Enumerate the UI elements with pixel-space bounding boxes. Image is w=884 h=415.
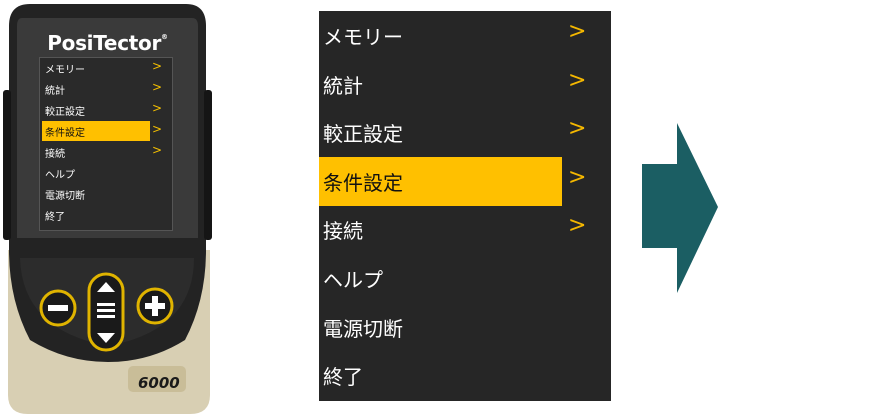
device-menu-item-label: 接続 (45, 149, 65, 160)
chevron-right-icon: > (568, 213, 587, 238)
chevron-right-icon: > (152, 80, 163, 94)
chevron-right-icon: > (568, 165, 587, 190)
device-menu-item-help[interactable]: ヘルプ (40, 163, 172, 183)
menu-item-setup[interactable]: 条件設定 > (319, 157, 611, 206)
device-menu-item-power-off[interactable]: 電源切断 (40, 184, 172, 204)
menu-item-label: メモリー (323, 25, 403, 49)
device-menu-item-statistics[interactable]: 統計 > (40, 79, 172, 99)
menu-item-statistics[interactable]: 統計 > (319, 60, 611, 109)
device-screen: メモリー > 統計 > 較正設定 > 条件設定 > 接続 > ヘルプ 電源切断 … (39, 57, 173, 231)
menu-item-connect[interactable]: 接続 > (319, 205, 611, 254)
device-menu-item-label: 電源切断 (45, 191, 85, 202)
menu-item-label: 接続 (323, 219, 363, 243)
menu-item-calibration[interactable]: 較正設定 > (319, 108, 611, 157)
menu-item-help[interactable]: ヘルプ (319, 254, 611, 303)
chevron-right-icon: > (568, 116, 587, 141)
menu-item-label: 条件設定 (323, 171, 403, 195)
chevron-right-icon: > (568, 68, 587, 93)
menu-item-power-off[interactable]: 電源切断 (319, 303, 611, 352)
device-menu-item-label: ヘルプ (45, 170, 75, 181)
menu-item-memory[interactable]: メモリー > (319, 11, 611, 60)
device-menu-item-label: 終了 (45, 212, 65, 223)
device-menu-item-calibration[interactable]: 較正設定 > (40, 100, 172, 120)
chevron-right-icon: > (568, 19, 587, 44)
positector-device: PosiTector® メモリー > 統計 > 較正設定 > 条件設定 > 接続… (0, 0, 215, 415)
menu-item-label: 較正設定 (323, 122, 403, 146)
menu-item-label: 終了 (323, 365, 363, 389)
device-menu-item-setup[interactable]: 条件設定 > (40, 121, 172, 141)
main-menu-enlarged: メモリー > 統計 > 較正設定 > 条件設定 > 接続 > ヘルプ 電源切断 … (319, 11, 611, 401)
chevron-right-icon: > (152, 143, 163, 157)
menu-item-exit[interactable]: 終了 (319, 351, 611, 400)
menu-item-label: 統計 (323, 74, 363, 98)
device-menu-item-connect[interactable]: 接続 > (40, 142, 172, 162)
device-menu-item-label: メモリー (45, 65, 85, 76)
device-menu-item-memory[interactable]: メモリー > (40, 58, 172, 78)
device-menu-item-label: 較正設定 (45, 107, 85, 118)
device-brand-logo: PosiTector® (47, 31, 168, 55)
device-menu-item-label: 条件設定 (45, 128, 85, 139)
device-model-badge: 6000 (138, 374, 180, 392)
chevron-right-icon: > (152, 101, 163, 115)
chevron-right-icon: > (152, 59, 163, 73)
device-menu-item-exit[interactable]: 終了 (40, 205, 172, 225)
menu-item-label: ヘルプ (323, 268, 383, 292)
next-step-arrow-icon (642, 123, 718, 293)
device-menu-item-label: 統計 (45, 86, 65, 97)
chevron-right-icon: > (152, 122, 163, 136)
menu-item-label: 電源切断 (323, 317, 403, 341)
